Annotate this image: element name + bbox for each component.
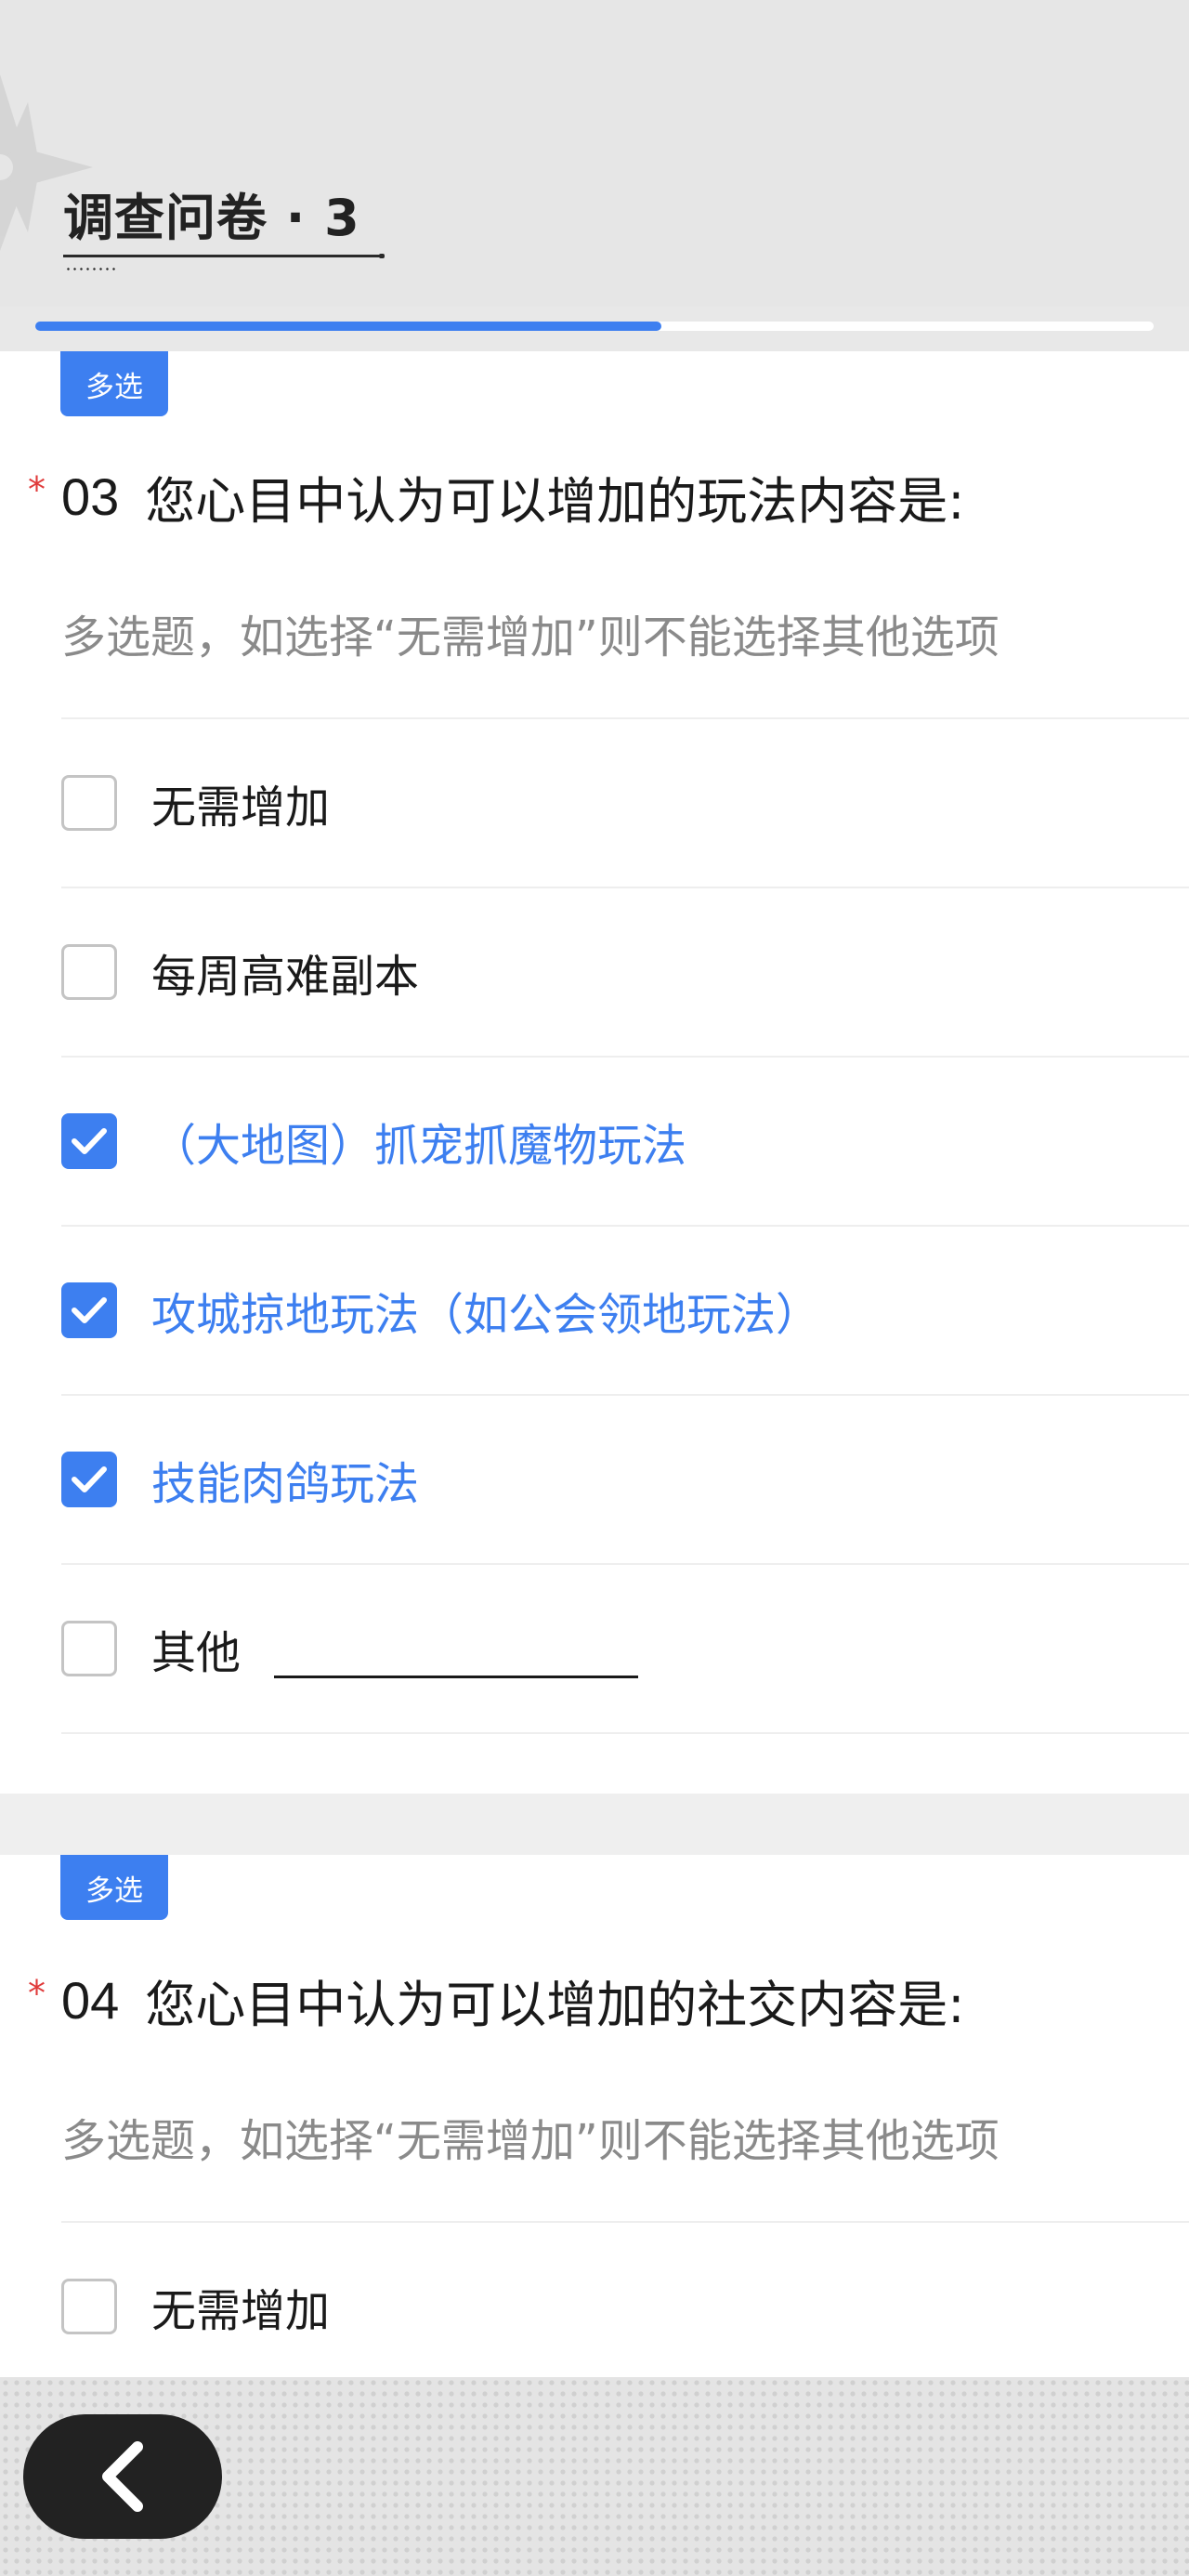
option-label: 每周高难副本 bbox=[151, 951, 420, 1003]
page-title: 调查问卷 · 3 bbox=[63, 189, 360, 247]
option-no-add[interactable]: 无需增加 bbox=[61, 2260, 1157, 2353]
question-number: 04 bbox=[61, 1970, 120, 2030]
multi-select-badge: 多选 bbox=[60, 1855, 168, 1920]
header: 调查问卷 · 3 bbox=[0, 0, 1189, 307]
multi-select-badge: 多选 bbox=[60, 351, 168, 416]
option-label: （大地图）抓宠抓魔物玩法 bbox=[151, 1120, 687, 1172]
question-card-03: 多选 * 03 您心目中认为可以增加的玩法内容是: 多选题，如选择“无需增加”则… bbox=[0, 351, 1189, 1794]
checkbox[interactable] bbox=[61, 944, 117, 1000]
required-mark: * bbox=[28, 1973, 46, 2014]
checkmark-icon bbox=[72, 1466, 107, 1492]
title-underline-tip bbox=[379, 254, 385, 258]
checkbox-checked[interactable] bbox=[61, 1282, 117, 1338]
title-underline bbox=[63, 255, 381, 257]
progress-bar bbox=[35, 322, 1154, 331]
checkmark-icon bbox=[72, 1128, 107, 1154]
checkmark-icon bbox=[72, 1297, 107, 1323]
progress-fill bbox=[35, 322, 662, 331]
option-divider bbox=[61, 887, 1189, 888]
question-title: * 04 您心目中认为可以增加的社交内容是: bbox=[28, 1963, 965, 2037]
option-divider bbox=[61, 1225, 1189, 1227]
question-description: 多选题，如选择“无需增加”则不能选择其他选项 bbox=[61, 611, 1000, 664]
option-label: 无需增加 bbox=[151, 2285, 331, 2337]
option-weekly-raid[interactable]: 每周高难副本 bbox=[61, 926, 1157, 1019]
option-no-add[interactable]: 无需增加 bbox=[61, 756, 1157, 849]
checkbox-checked[interactable] bbox=[61, 1452, 117, 1507]
title-wrap: 调查问卷 · 3 bbox=[63, 186, 385, 270]
option-divider bbox=[61, 2221, 1189, 2223]
chevron-left-icon bbox=[102, 2441, 143, 2512]
checkbox[interactable] bbox=[61, 2279, 117, 2334]
footer-bar bbox=[0, 2377, 1189, 2576]
option-divider bbox=[61, 1394, 1189, 1396]
option-label: 技能肉鸽玩法 bbox=[151, 1458, 420, 1510]
required-mark: * bbox=[28, 469, 46, 510]
option-divider bbox=[61, 717, 1189, 719]
question-card-04: 多选 * 04 您心目中认为可以增加的社交内容是: 多选题，如选择“无需增加”则… bbox=[0, 1855, 1189, 2377]
checkbox-checked[interactable] bbox=[61, 1113, 117, 1169]
option-siege[interactable]: 攻城掠地玩法（如公会领地玩法） bbox=[61, 1264, 1157, 1357]
other-text-input[interactable] bbox=[274, 1619, 639, 1678]
question-title: * 03 您心目中认为可以增加的玩法内容是: bbox=[28, 459, 965, 533]
section-gap bbox=[0, 1794, 1189, 1855]
option-pet-catching[interactable]: （大地图）抓宠抓魔物玩法 bbox=[61, 1095, 1157, 1188]
checkbox[interactable] bbox=[61, 1621, 117, 1676]
question-number: 03 bbox=[61, 467, 120, 526]
option-divider bbox=[61, 1563, 1189, 1565]
back-button[interactable] bbox=[23, 2414, 222, 2539]
option-label: 攻城掠地玩法（如公会领地玩法） bbox=[151, 1289, 821, 1341]
option-other[interactable]: 其他 bbox=[61, 1602, 1157, 1695]
checkbox[interactable] bbox=[61, 775, 117, 831]
title-dots bbox=[65, 268, 117, 270]
option-divider bbox=[61, 1056, 1189, 1058]
option-label: 其他 bbox=[151, 1627, 242, 1679]
question-text: 您心目中认为可以增加的玩法内容是: bbox=[145, 471, 965, 531]
question-description: 多选题，如选择“无需增加”则不能选择其他选项 bbox=[61, 2115, 1000, 2167]
option-roguelike[interactable]: 技能肉鸽玩法 bbox=[61, 1433, 1157, 1526]
question-text: 您心目中认为可以增加的社交内容是: bbox=[145, 1975, 965, 2034]
option-divider bbox=[61, 1732, 1189, 1734]
option-label: 无需增加 bbox=[151, 782, 331, 834]
